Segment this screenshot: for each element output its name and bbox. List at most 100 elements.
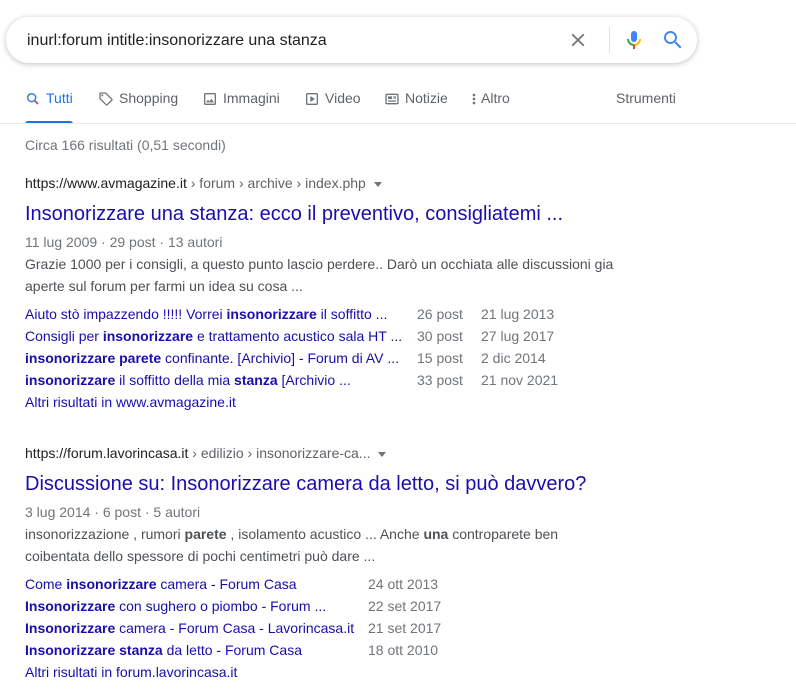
- sitelink-text-bold: insonorizzare: [25, 372, 116, 388]
- tab-notizie[interactable]: Notizie: [384, 90, 448, 124]
- search-tabs: Tutti Shopping Immagini Video Notizie Al…: [0, 84, 796, 124]
- sitelink-text: Consigli per: [25, 328, 103, 344]
- sitelink-date: 21 nov 2021: [481, 372, 559, 388]
- result-title[interactable]: Discussione su: Insonorizzare camera da …: [25, 471, 645, 497]
- sitelink-row: Consigli per insonorizzare e trattamento…: [25, 325, 645, 347]
- clear-icon[interactable]: [567, 29, 589, 51]
- sitelink-posts: 33 post: [417, 372, 463, 388]
- snippet-text-bold: una: [423, 526, 449, 542]
- sitelink-date: 18 ott 2010: [368, 642, 439, 658]
- tabs-divider: [0, 123, 796, 124]
- sitelink-text-bold: Insonorizzare: [25, 598, 116, 614]
- result-breadcrumb: › edilizio › insonorizzare-ca...: [188, 445, 371, 461]
- sitelink-text: il soffitto ...: [316, 306, 388, 322]
- sitelink-date: 2 dic 2014: [481, 350, 546, 366]
- tab-label: Shopping: [119, 90, 179, 106]
- sitelink-text-bold: stanza: [234, 372, 278, 388]
- search-result: https://forum.lavorincasa.it › edilizio …: [25, 443, 645, 683]
- sitelink-row: Insonorizzare stanza da letto - Forum Ca…: [25, 639, 645, 661]
- microphone-icon[interactable]: [622, 28, 646, 52]
- sitelink-row: insonorizzare il soffitto della mia stan…: [25, 369, 645, 391]
- snippet-text-bold: parete: [184, 526, 227, 542]
- sitelink-text: da letto - Forum Casa: [162, 642, 302, 658]
- chevron-down-icon[interactable]: [378, 451, 387, 457]
- search-icon[interactable]: [661, 28, 685, 52]
- sitelink[interactable]: Consigli per insonorizzare e trattamento…: [25, 325, 402, 347]
- result-domain: https://www.avmagazine.it: [25, 175, 187, 191]
- search-box: [6, 17, 697, 63]
- search-box-divider: [609, 27, 610, 53]
- result-snippet: insonorizzazione , rumori parete , isola…: [25, 523, 585, 567]
- sitelink-text: e trattamento acustico sala HT ...: [193, 328, 403, 344]
- tab-shopping[interactable]: Shopping: [98, 90, 178, 124]
- sitelink[interactable]: Come insonorizzare camera - Forum Casa: [25, 573, 297, 595]
- sitelink-text-bold: insonorizzare parete: [25, 350, 162, 366]
- snippet-text: , isolamento acustico ... Anche: [226, 526, 424, 542]
- sitelink[interactable]: Insonorizzare con sughero o piombo - For…: [25, 595, 326, 617]
- result-snippet: Grazie 1000 per i consigli, a questo pun…: [25, 256, 614, 294]
- news-icon: [384, 91, 400, 107]
- result-stats: Circa 166 risultati (0,51 secondi): [25, 137, 226, 153]
- result-title[interactable]: Insonorizzare una stanza: ecco il preven…: [25, 201, 645, 227]
- sitelink-text: Aiuto stò impazzendo !!!!! Vorrei: [25, 306, 227, 322]
- result-meta: 11 lug 2009 · 29 post · 13 autori: [25, 234, 223, 250]
- sitelink-row: Aiuto stò impazzendo !!!!! Vorrei insono…: [25, 303, 645, 325]
- tab-immagini[interactable]: Immagini: [202, 90, 280, 124]
- tab-tutti[interactable]: Tutti: [25, 90, 73, 124]
- sitelink-text: confinante. [Archivio] - Forum di AV ...: [161, 350, 399, 366]
- tab-label: Strumenti: [616, 90, 676, 106]
- sitelink-text-bold: insonorizzare: [226, 306, 317, 322]
- sitelinks: Come insonorizzare camera - Forum Casa 2…: [25, 573, 645, 661]
- sitelink-row: Insonorizzare con sughero o piombo - For…: [25, 595, 645, 617]
- sitelink-text: il soffitto della mia: [115, 372, 235, 388]
- more-results-link[interactable]: Altri risultati in www.avmagazine.it: [25, 391, 236, 413]
- sitelink-text-bold: insonorizzare: [102, 328, 194, 344]
- sitelink-text: camera - Forum Casa - Lavorincasa.it: [115, 620, 355, 636]
- search-result: https://www.avmagazine.it › forum › arch…: [25, 173, 645, 413]
- sitelink-text: Come: [25, 576, 67, 592]
- sitelink-text-bold: Insonorizzare stanza: [25, 642, 163, 658]
- video-icon: [304, 91, 320, 107]
- result-meta: 3 lug 2014 · 6 post · 5 autori: [25, 504, 201, 520]
- tab-altro[interactable]: Altro: [470, 90, 510, 124]
- more-vert-icon: [470, 91, 478, 107]
- sitelink-text: camera - Forum Casa: [156, 576, 297, 592]
- sitelink-posts: 26 post: [417, 306, 463, 322]
- tab-label: Altro: [481, 90, 510, 106]
- sitelink[interactable]: insonorizzare il soffitto della mia stan…: [25, 369, 351, 391]
- sitelink-row: Come insonorizzare camera - Forum Casa 2…: [25, 573, 645, 595]
- sitelink[interactable]: insonorizzare parete confinante. [Archiv…: [25, 347, 399, 369]
- sitelink-posts: 15 post: [417, 350, 463, 366]
- image-icon: [202, 91, 218, 107]
- sitelink-text-bold: insonorizzare: [66, 576, 157, 592]
- more-results-link[interactable]: Altri risultati in forum.lavorincasa.it: [25, 661, 237, 683]
- sitelink-date: 21 set 2017: [368, 620, 442, 636]
- search-icon: [25, 91, 41, 107]
- sitelink[interactable]: Insonorizzare camera - Forum Casa - Lavo…: [25, 617, 354, 639]
- sitelink-date: 27 lug 2017: [481, 328, 555, 344]
- tab-strumenti[interactable]: Strumenti: [616, 90, 676, 124]
- sitelink-date: 24 ott 2013: [368, 576, 439, 592]
- sitelink-text: con sughero o piombo - Forum ...: [115, 598, 327, 614]
- tab-label: Notizie: [405, 90, 448, 106]
- sitelink[interactable]: Insonorizzare stanza da letto - Forum Ca…: [25, 639, 302, 661]
- sitelink-text-bold: Insonorizzare: [25, 620, 116, 636]
- sitelink-date: 22 set 2017: [368, 598, 442, 614]
- result-url: https://www.avmagazine.it › forum › arch…: [25, 173, 645, 193]
- sitelink-row: Insonorizzare camera - Forum Casa - Lavo…: [25, 617, 645, 639]
- result-breadcrumb: › forum › archive › index.php: [186, 175, 366, 191]
- result-domain: https://forum.lavorincasa.it: [25, 445, 189, 461]
- tab-label: Immagini: [223, 90, 280, 106]
- tab-label: Tutti: [46, 90, 73, 106]
- result-url: https://forum.lavorincasa.it › edilizio …: [25, 443, 645, 463]
- tag-icon: [98, 91, 114, 107]
- sitelink-posts: 30 post: [417, 328, 463, 344]
- sitelinks: Aiuto stò impazzendo !!!!! Vorrei insono…: [25, 303, 645, 391]
- tab-video[interactable]: Video: [304, 90, 361, 124]
- chevron-down-icon[interactable]: [373, 181, 382, 187]
- snippet-text: insonorizzazione , rumori: [25, 526, 185, 542]
- search-input[interactable]: [27, 30, 547, 52]
- sitelink[interactable]: Aiuto stò impazzendo !!!!! Vorrei insono…: [25, 303, 387, 325]
- sitelink-text: [Archivio ...: [277, 372, 351, 388]
- sitelink-date: 21 lug 2013: [481, 306, 555, 322]
